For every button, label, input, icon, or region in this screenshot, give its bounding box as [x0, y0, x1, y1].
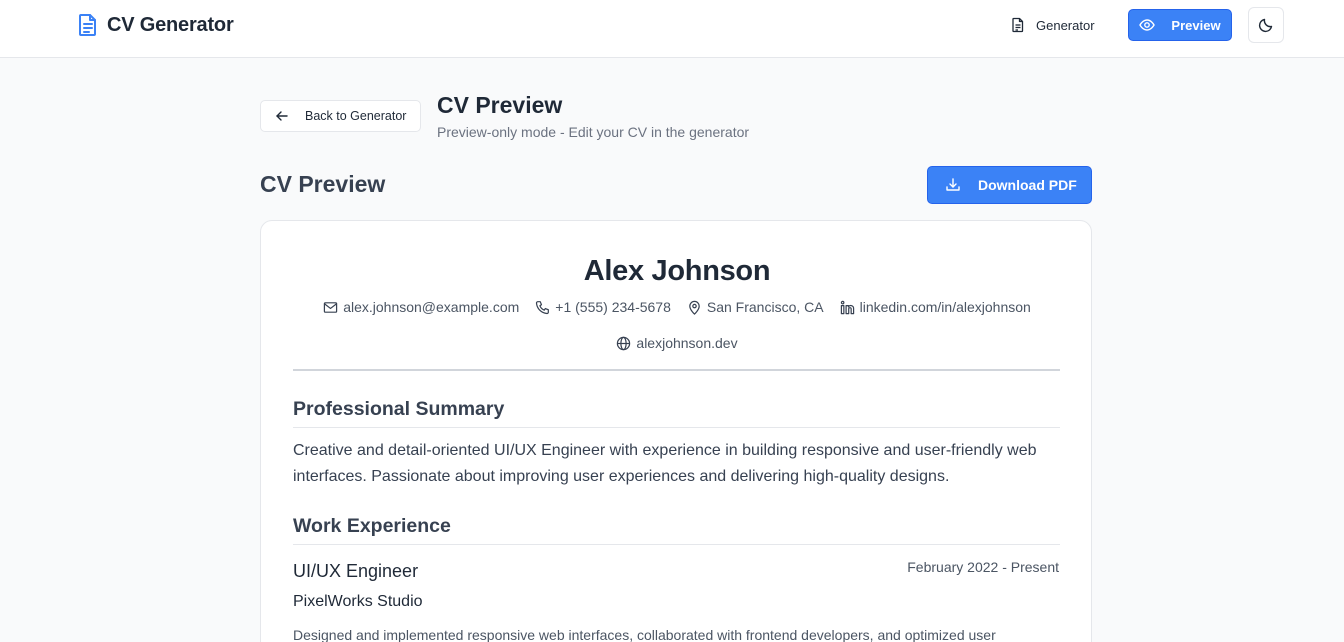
download-pdf-button[interactable]: Download PDF — [927, 166, 1092, 204]
brand[interactable]: CV Generator — [78, 13, 234, 37]
contact-phone[interactable]: +1 (555) 234-5678 — [535, 299, 671, 315]
globe-icon — [617, 336, 631, 350]
page-title: CV Preview — [437, 92, 563, 118]
cv-name: Alex Johnson — [583, 255, 771, 287]
work-experience-heading: Work Experience — [293, 515, 1060, 545]
phone-icon — [536, 300, 550, 314]
job-description: Designed and implemented responsive web … — [293, 627, 996, 642]
email-text: alex.johnson@example.com — [343, 299, 520, 315]
back-label: Back to Generator — [305, 109, 407, 123]
download-icon — [946, 178, 960, 191]
summary-text: Creative and detail-oriented UI/UX Engin… — [293, 442, 1037, 485]
job-dates: February 2022 - Present — [907, 559, 1059, 575]
linkedin-icon — [840, 300, 854, 314]
job-title: UI/UX Engineer — [293, 561, 419, 581]
section-title: CV Preview — [260, 171, 386, 197]
top-navbar: CV Generator Generator Preview — [0, 0, 1344, 58]
nav-generator-link[interactable]: Generator — [1000, 9, 1105, 41]
file-text-icon — [1012, 17, 1024, 33]
nav-generator-label: Generator — [1036, 17, 1095, 33]
website-text: alexjohnson.dev — [636, 335, 738, 351]
download-label: Download PDF — [978, 177, 1077, 193]
summary-heading: Professional Summary — [293, 398, 1060, 428]
arrow-left-icon — [276, 111, 288, 121]
contact-website[interactable]: alexjohnson.dev — [616, 335, 738, 351]
header-divider — [293, 369, 1060, 371]
theme-toggle-button[interactable] — [1248, 7, 1284, 43]
back-to-generator-button[interactable]: Back to Generator — [260, 100, 421, 132]
job-company: PixelWorks Studio — [293, 593, 423, 610]
cv-document: Alex Johnson alex.johnson@example.com +1… — [260, 220, 1092, 642]
location-text: San Francisco, CA — [706, 299, 824, 315]
mail-icon — [323, 301, 338, 313]
linkedin-text: linkedin.com/in/alexjohnson — [859, 299, 1031, 315]
moon-icon — [1258, 18, 1273, 33]
contact-row-website: alexjohnson.dev — [261, 335, 1093, 351]
page-subtitle: Preview-only mode - Edit your CV in the … — [437, 124, 750, 140]
contact-linkedin[interactable]: linkedin.com/in/alexjohnson — [840, 299, 1031, 315]
document-icon — [79, 14, 96, 36]
contact-location: San Francisco, CA — [687, 299, 824, 315]
app-title: CV Generator — [107, 13, 234, 36]
map-pin-icon — [689, 300, 700, 315]
contact-email[interactable]: alex.johnson@example.com — [323, 299, 519, 315]
nav-preview-button[interactable]: Preview — [1128, 9, 1232, 41]
nav-preview-label: Preview — [1171, 17, 1221, 33]
contact-row: alex.johnson@example.com +1 (555) 234-56… — [261, 299, 1093, 315]
phone-text: +1 (555) 234-5678 — [555, 299, 671, 315]
eye-icon — [1139, 19, 1156, 31]
